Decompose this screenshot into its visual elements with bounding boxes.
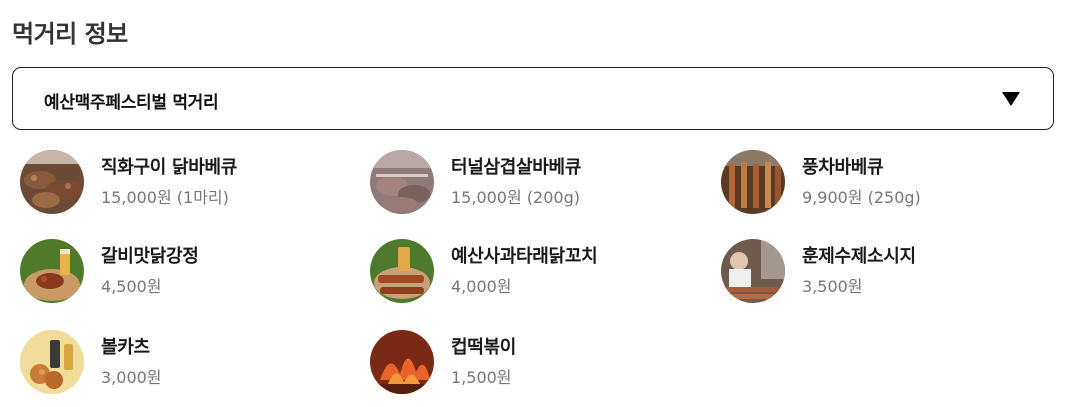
food-name: 훈제수제소시지	[802, 246, 916, 267]
cup-tteokbokki-photo	[370, 330, 434, 394]
galbi-chicken-photo	[20, 239, 84, 303]
festival-select-dropdown[interactable]: 예산맥주페스티벌 먹거리	[12, 67, 1054, 130]
food-name: 볼카츠	[101, 337, 150, 358]
food-info-section: 먹거리 정보 예산맥주페스티벌 먹거리 직화구이 닭바베큐 15,000원 (1…	[0, 0, 1068, 407]
windmill-bbq-photo	[721, 150, 785, 214]
food-name: 터널삼겹살바베큐	[451, 157, 582, 178]
food-name: 갈비맛닭강정	[101, 246, 199, 267]
food-item[interactable]: 터널삼겹살바베큐 15,000원 (200g)	[370, 150, 690, 214]
food-item[interactable]: 예산사과타래닭꼬치 4,000원	[370, 239, 690, 303]
food-item[interactable]: 갈비맛닭강정 4,500원	[20, 239, 340, 303]
food-price: 9,900원 (250g)	[802, 188, 921, 207]
food-item[interactable]: 훈제수제소시지 3,500원	[721, 239, 1041, 303]
food-price: 15,000원 (200g)	[451, 188, 580, 207]
food-price: 3,500원	[802, 277, 863, 296]
dropdown-selected-label: 예산맥주페스티벌 먹거리	[44, 93, 219, 113]
food-item[interactable]: 컵떡볶이 1,500원	[370, 330, 690, 394]
food-price: 15,000원 (1마리)	[101, 188, 229, 207]
food-name: 예산사과타래닭꼬치	[451, 246, 598, 267]
food-price: 4,500원	[101, 277, 162, 296]
pork-belly-photo	[370, 150, 434, 214]
chicken-skewer-photo	[370, 239, 434, 303]
food-item[interactable]: 볼카츠 3,000원	[20, 330, 340, 394]
food-item[interactable]: 풍차바베큐 9,900원 (250g)	[721, 150, 1041, 214]
smoked-sausage-photo	[721, 239, 785, 303]
caret-down-icon[interactable]	[1002, 92, 1020, 106]
food-price: 4,000원	[451, 277, 512, 296]
food-item[interactable]: 직화구이 닭바베큐 15,000원 (1마리)	[20, 150, 340, 214]
food-price: 1,500원	[451, 368, 512, 387]
food-name: 풍차바베큐	[802, 157, 884, 178]
food-name: 컵떡볶이	[451, 337, 517, 358]
section-title: 먹거리 정보	[12, 20, 128, 48]
ball-katsu-photo	[20, 330, 84, 394]
food-price: 3,000원	[101, 368, 162, 387]
grilled-chicken-photo	[20, 150, 84, 214]
food-name: 직화구이 닭바베큐	[101, 157, 238, 178]
